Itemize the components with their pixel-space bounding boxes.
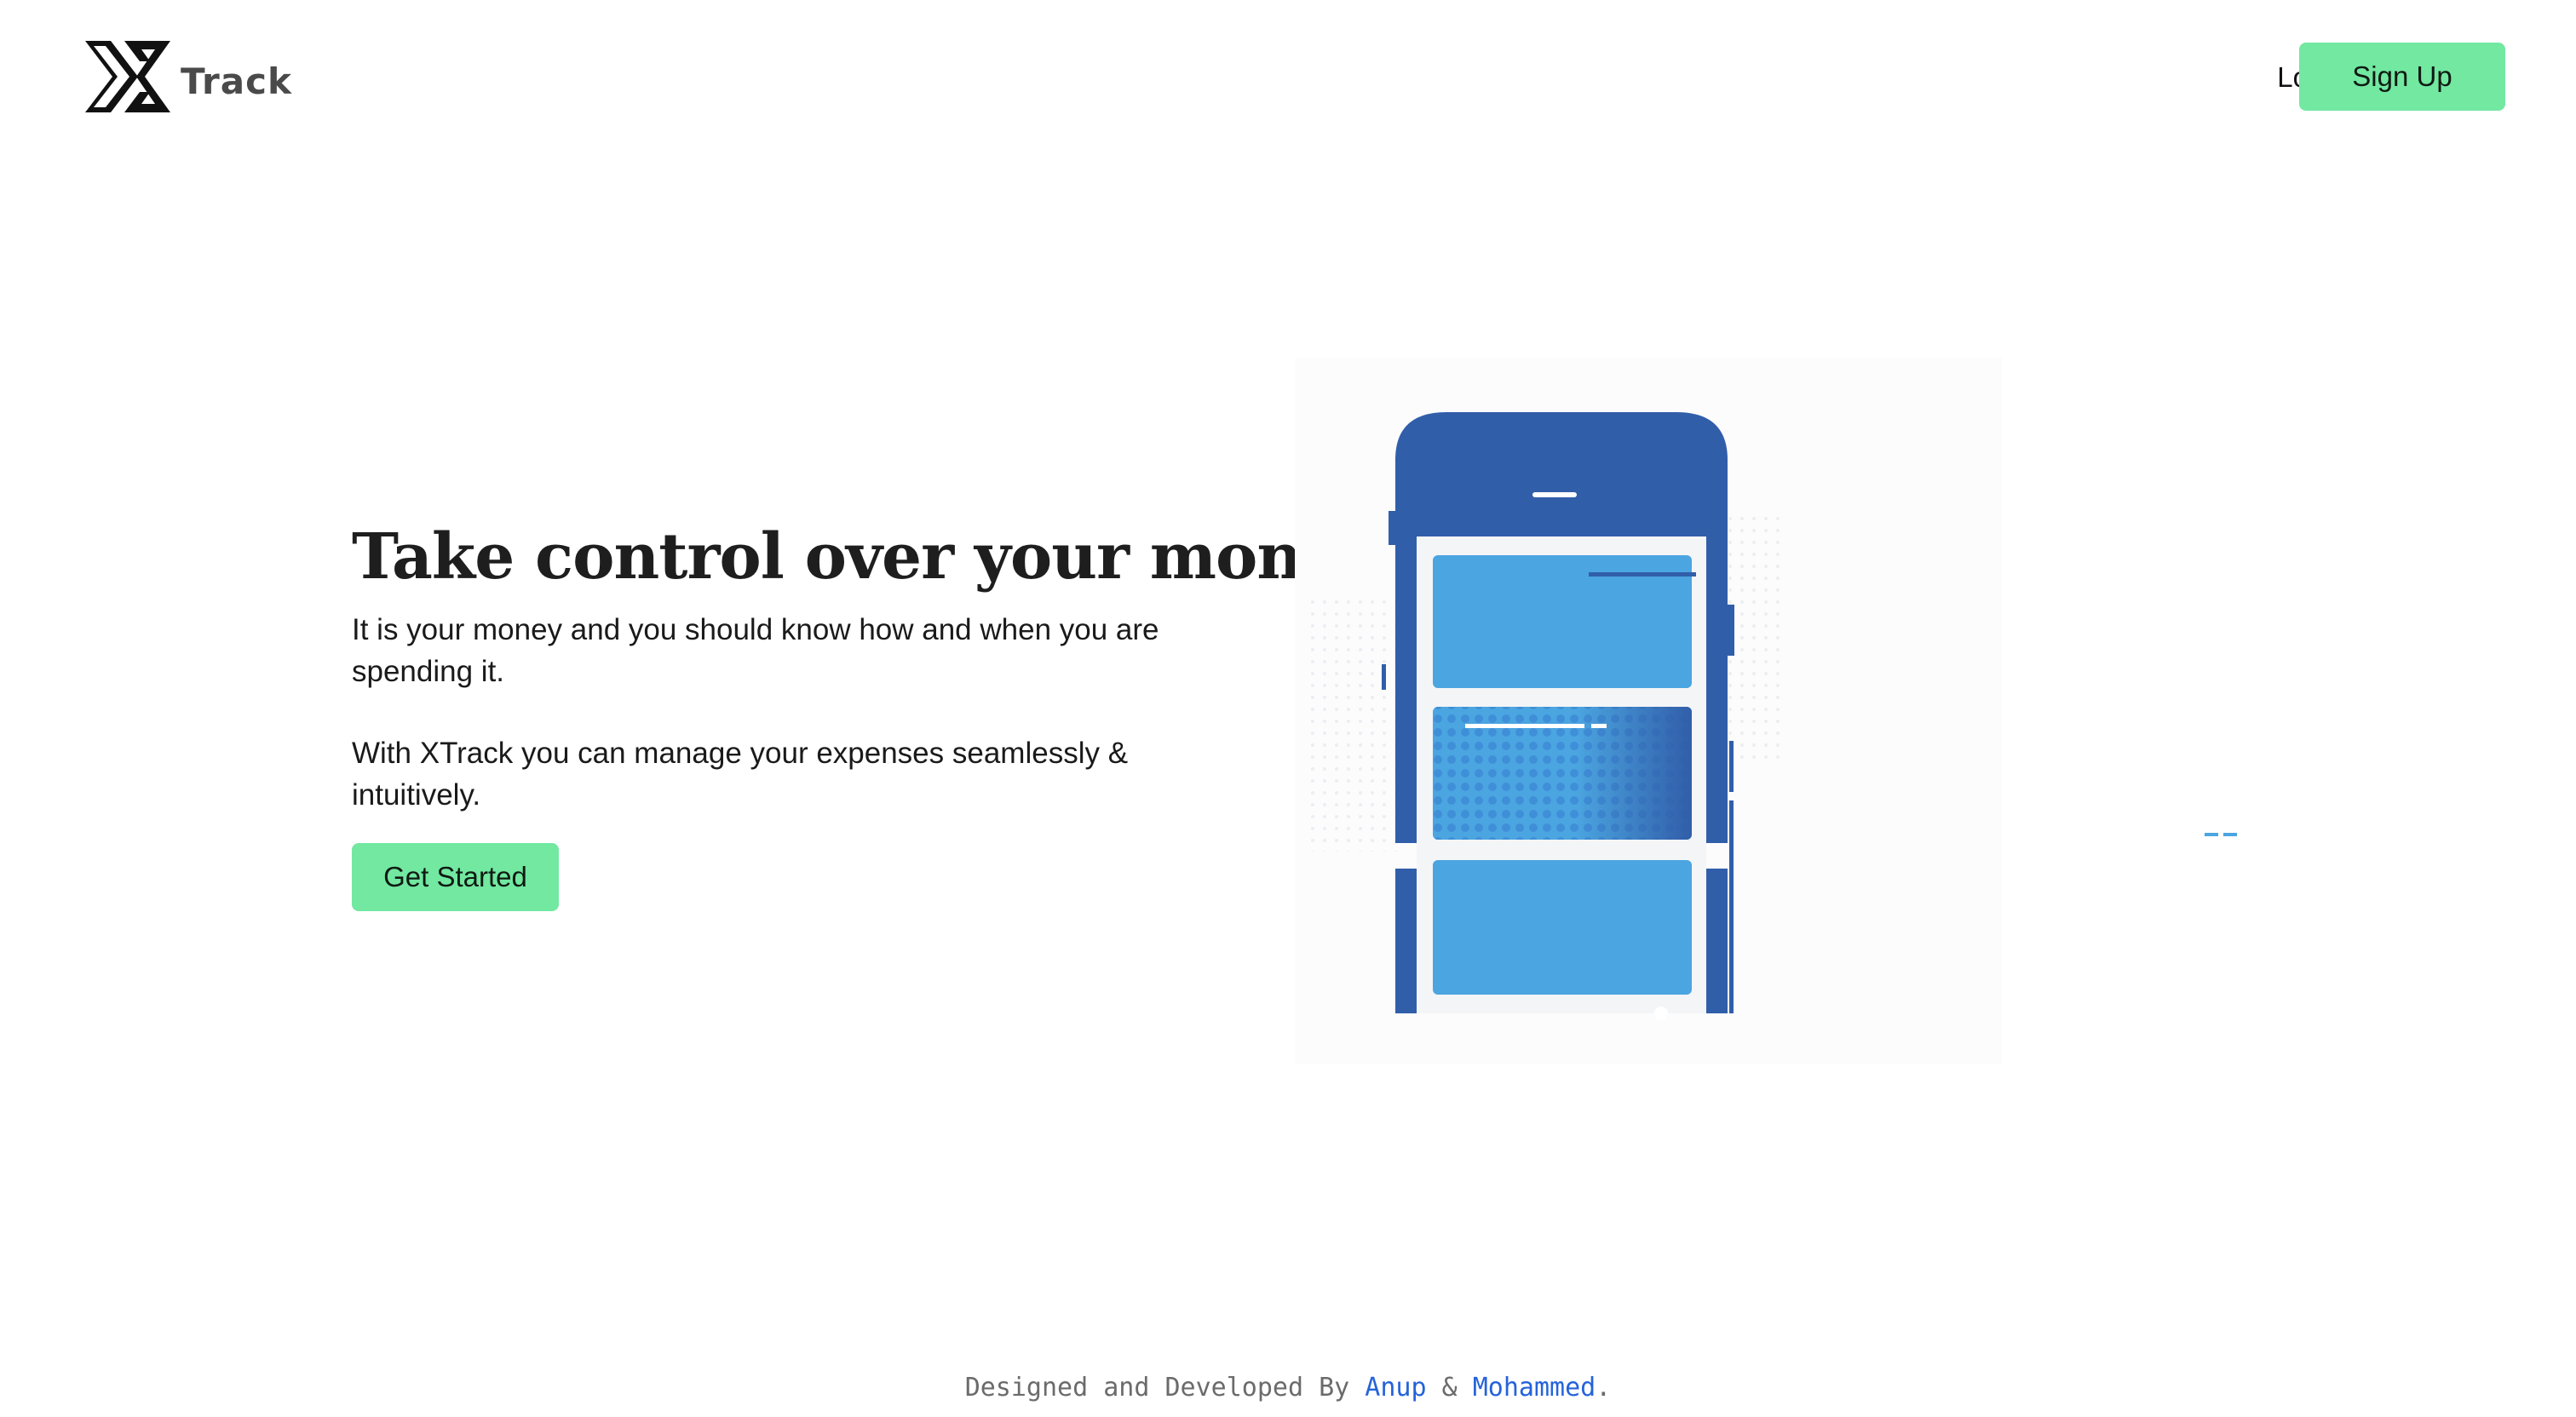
logo-text: Track [181,60,292,102]
hero-paragraph-2: With XTrack you can manage your expenses… [352,737,1129,812]
dash-decoration [2205,824,2239,836]
author-link-mohammed[interactable]: Mohammed [1473,1373,1596,1403]
get-started-button[interactable]: Get Started [352,843,559,911]
footer-prefix: Designed and Developed By [964,1373,1366,1403]
author-link-anup[interactable]: Anup [1365,1373,1426,1403]
brand-logo[interactable]: Track [85,41,292,112]
footer-credits: Designed and Developed By Anup & Mohamme… [0,1373,2576,1403]
phone-app-illustration [1295,358,2002,1064]
hero-paragraph-1: It is your money and you should know how… [352,613,1159,688]
xtrack-logo-icon [85,41,170,112]
footer-separator: & [1426,1373,1473,1403]
landing-page: Track Login Sign Up Take control over yo… [0,0,2576,1417]
hero-title: Take control over your money [352,520,1377,594]
footer-suffix: . [1596,1373,1612,1403]
signup-button[interactable]: Sign Up [2299,43,2505,111]
